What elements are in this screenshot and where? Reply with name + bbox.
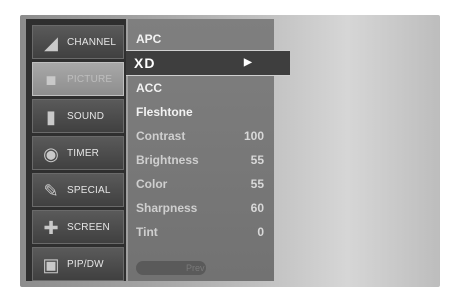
menu-item-fleshtone[interactable]: Fleshtone <box>128 100 274 124</box>
sidebar-item-label: CHANNEL <box>67 37 117 48</box>
picture-submenu: APC XD ▶ ACC Fleshtone Contrast 100 Brig… <box>126 19 290 281</box>
menu-item-label: Brightness <box>136 153 199 167</box>
move-arrows-icon: ✚ <box>43 218 59 238</box>
prev-label: Prev <box>186 263 205 273</box>
pip-icon: ▣ <box>42 255 60 275</box>
menu-item-brightness[interactable]: Brightness 55 <box>128 148 274 172</box>
menu-item-label: Fleshtone <box>136 105 193 119</box>
menu-item-value: 60 <box>250 201 264 215</box>
category-sidebar: ◢ CHANNEL ■ PICTURE ▮ SOUND ◉ TIMER ✎ SP… <box>26 19 126 281</box>
menu-item-color[interactable]: Color 55 <box>128 172 274 196</box>
menu-item-tint[interactable]: Tint 0 <box>128 220 274 244</box>
sidebar-item-screen[interactable]: ✚ SCREEN <box>32 210 124 244</box>
menu-item-sharpness[interactable]: Sharpness 60 <box>128 196 274 220</box>
arrow-right-icon: ▶ <box>244 57 252 68</box>
menu-item-value: 100 <box>243 129 264 143</box>
sidebar-item-label: SCREEN <box>67 222 110 233</box>
menu-item-label: APC <box>136 32 162 46</box>
menu-item-label: Color <box>136 177 168 191</box>
menu-item-label: Contrast <box>136 129 186 143</box>
menu-item-value: 55 <box>250 177 264 191</box>
sidebar-item-sound[interactable]: ▮ SOUND <box>32 99 124 133</box>
menu-item-label: Tint <box>136 225 158 239</box>
prev-button[interactable]: Prev <box>136 261 206 275</box>
sidebar-item-label: SPECIAL <box>67 185 111 196</box>
speaker-icon: ▮ <box>46 107 56 127</box>
clock-icon: ◉ <box>43 144 59 164</box>
sidebar-item-channel[interactable]: ◢ CHANNEL <box>32 25 124 59</box>
sidebar-item-label: PIP/DW <box>67 259 104 270</box>
sidebar-item-label: SOUND <box>67 111 105 122</box>
tv-screen: ◢ CHANNEL ■ PICTURE ▮ SOUND ◉ TIMER ✎ SP… <box>20 15 440 287</box>
menu-item-value: 0 <box>257 225 264 239</box>
sidebar-item-picture[interactable]: ■ PICTURE <box>32 62 124 96</box>
sidebar-item-special[interactable]: ✎ SPECIAL <box>32 173 124 207</box>
menu-item-label: XD <box>134 55 156 71</box>
wrench-icon: ✎ <box>43 181 59 201</box>
picture-icon: ■ <box>45 70 57 90</box>
menu-item-apc[interactable]: APC <box>128 27 274 51</box>
menu-item-contrast[interactable]: Contrast 100 <box>128 124 274 148</box>
menu-item-acc[interactable]: ACC <box>128 76 274 100</box>
sidebar-item-label: PICTURE <box>67 74 113 85</box>
satellite-dish-icon: ◢ <box>44 33 58 53</box>
menu-item-label: ACC <box>136 81 162 95</box>
menu-item-label: Sharpness <box>136 201 198 215</box>
sidebar-item-timer[interactable]: ◉ TIMER <box>32 136 124 170</box>
menu-item-value: 55 <box>250 153 264 167</box>
sidebar-item-label: TIMER <box>67 148 100 159</box>
sidebar-item-pip-dw[interactable]: ▣ PIP/DW <box>32 247 124 281</box>
menu-item-xd[interactable]: XD ▶ <box>126 50 290 76</box>
